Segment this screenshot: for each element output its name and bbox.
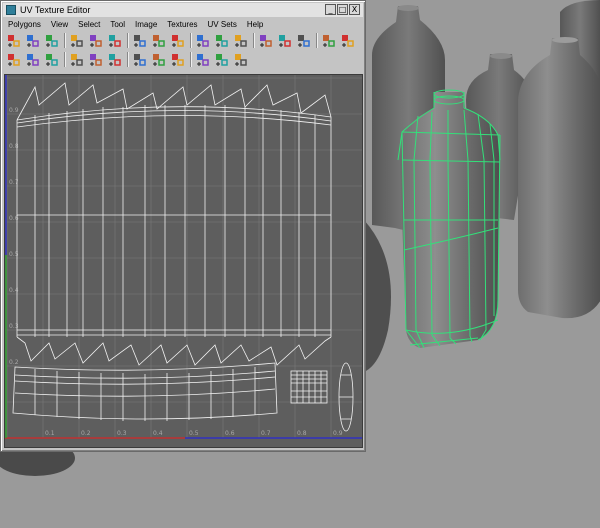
align-uv-icon[interactable]: [170, 33, 185, 48]
uv-select-icon[interactable]: [6, 33, 21, 48]
uv-toolbar: [4, 32, 363, 70]
flip-v-icon[interactable]: [88, 33, 103, 48]
menu-bar: Polygons View Select Tool Image Textures…: [3, 18, 363, 31]
u-tick-label: 0.9: [333, 430, 343, 437]
cut-uv-icon[interactable]: [107, 33, 122, 48]
straighten-uv-icon[interactable]: [107, 52, 122, 67]
sew-uv-icon[interactable]: [132, 33, 147, 48]
grid-snap-icon[interactable]: [233, 33, 248, 48]
u-tick-label: 0.8: [297, 430, 307, 437]
menu-view[interactable]: View: [46, 20, 73, 29]
menu-tool[interactable]: Tool: [105, 20, 130, 29]
shell-select-icon[interactable]: [151, 52, 166, 67]
menu-image[interactable]: Image: [130, 20, 162, 29]
color-channel-icon[interactable]: [233, 52, 248, 67]
filter-icon[interactable]: [214, 52, 229, 67]
body-shell-top-edge: [16, 82, 332, 121]
close-button[interactable]: X: [349, 4, 360, 15]
toolbar-separator: [190, 52, 192, 67]
uv-shells: [12, 82, 354, 432]
smudge-uv-icon[interactable]: [88, 52, 103, 67]
dim-image-icon[interactable]: [195, 52, 210, 67]
u-tick-label: 0.2: [81, 430, 91, 437]
title-bar[interactable]: UV Texture Editor _ □ X: [3, 3, 363, 17]
display-image-icon[interactable]: [277, 33, 292, 48]
window-title: UV Texture Editor: [20, 5, 91, 15]
frame-selection-icon[interactable]: [25, 52, 40, 67]
unfold-uv-icon[interactable]: [69, 52, 84, 67]
body-shell-bottom-edge: [16, 336, 332, 366]
u-tick-label: 0.4: [153, 430, 163, 437]
maximize-button[interactable]: □: [337, 4, 348, 15]
u-tick-label: 0.3: [117, 430, 127, 437]
checker-icon[interactable]: [296, 33, 311, 48]
v-tick-label: 0.2: [9, 359, 19, 366]
toolbar-row-2: [4, 52, 363, 69]
merge-uv-icon[interactable]: [132, 52, 147, 67]
uv-layout-canvas[interactable]: 0.90.80.70.60.50.40.30.20.1 0.2 0.3 0.4 0.5 0…: [5, 75, 362, 447]
minimize-button[interactable]: _: [325, 4, 336, 15]
grid-toggle-icon[interactable]: [321, 33, 336, 48]
snap-uv-icon[interactable]: [195, 33, 210, 48]
uv-texture-editor-window[interactable]: UV Texture Editor _ □ X Polygons View Se…: [0, 0, 366, 452]
maya-app-icon: [6, 5, 16, 15]
move-uv-icon[interactable]: [25, 33, 40, 48]
relax-uv-icon[interactable]: [44, 52, 59, 67]
u-tick-label: 0.1: [45, 430, 55, 437]
normalize-uv-icon[interactable]: [214, 33, 229, 48]
u-tick-label: 0.6: [225, 430, 235, 437]
toolbar-separator: [64, 33, 66, 48]
layout-uv-icon[interactable]: [151, 33, 166, 48]
toolbar-separator: [127, 52, 129, 67]
dark-object-edge: [364, 220, 391, 372]
menu-help[interactable]: Help: [242, 20, 268, 29]
texture-borders-icon[interactable]: [170, 52, 185, 67]
toolbar-row-1: [4, 33, 363, 50]
flip-u-icon[interactable]: [69, 33, 84, 48]
toolbar-separator: [127, 33, 129, 48]
bottle-right: [518, 38, 600, 319]
toolbar-separator: [253, 33, 255, 48]
menu-uv-sets[interactable]: UV Sets: [203, 20, 242, 29]
toolbar-separator: [316, 33, 318, 48]
rotate-uv-icon[interactable]: [44, 33, 59, 48]
uv-grid-panel[interactable]: 0.9 0.8 0.7 0.6 0.5 0.4 0.3 0.2 0.1 0.2 0.3 0.4 0.5 0…: [4, 74, 363, 448]
v-tick-label: 0.9: [9, 107, 19, 114]
menu-textures[interactable]: Textures: [162, 20, 202, 29]
distribute-uv-icon[interactable]: [258, 33, 273, 48]
menu-select[interactable]: Select: [73, 20, 105, 29]
u-tick-label: 0.7: [261, 430, 271, 437]
magnet-icon[interactable]: [340, 33, 355, 48]
menu-polygons[interactable]: Polygons: [3, 20, 46, 29]
toolbar-separator: [64, 52, 66, 67]
toolbar-separator: [190, 33, 192, 48]
u-tick-label: 0.5: [189, 430, 199, 437]
isolate-select-icon[interactable]: [6, 52, 21, 67]
